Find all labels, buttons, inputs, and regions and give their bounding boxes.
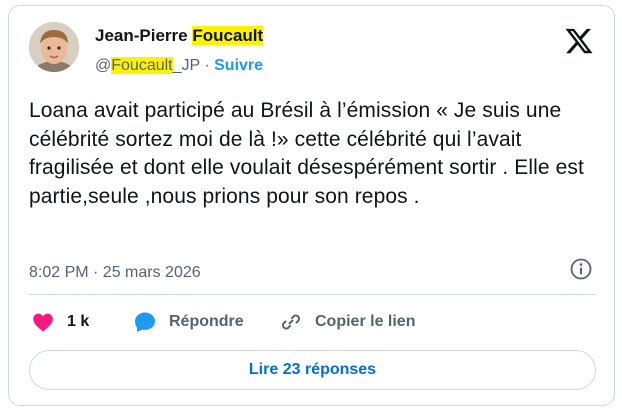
- heart-icon: [31, 310, 55, 334]
- speech-bubble-icon: [133, 310, 157, 334]
- reply-label: Répondre: [169, 313, 244, 330]
- handle-highlight: Foucault: [111, 57, 173, 74]
- avatar[interactable]: [29, 22, 79, 72]
- author-handle-line: @Foucault_JP · Suivre: [95, 57, 263, 75]
- avatar-photo: [29, 22, 79, 72]
- like-button[interactable]: 1 k: [31, 307, 89, 337]
- handle-prefix: @: [95, 57, 112, 74]
- reply-button[interactable]: Répondre: [133, 307, 244, 337]
- read-replies-button[interactable]: Lire 23 réponses: [29, 350, 596, 390]
- like-count: 1 k: [67, 313, 90, 330]
- author-name-highlight: Foucault: [192, 26, 264, 45]
- info-icon[interactable]: [569, 257, 593, 281]
- copy-link-button[interactable]: Copier le lien: [279, 307, 415, 337]
- follow-button[interactable]: Suivre: [214, 57, 263, 74]
- copy-link-label: Copier le lien: [315, 313, 416, 330]
- author-name[interactable]: Jean-Pierre Foucault: [95, 26, 264, 48]
- x-logo-icon[interactable]: [564, 26, 594, 56]
- divider: [29, 294, 596, 295]
- tweet-text: Loana avait participé au Brésil à l’émis…: [29, 99, 584, 208]
- author-name-first: Jean-Pierre: [95, 26, 193, 45]
- handle-suffix: _JP: [172, 57, 200, 74]
- link-icon: [279, 310, 303, 334]
- tweet-timestamp[interactable]: 8:02 PM · 25 mars 2026: [29, 264, 201, 282]
- separator: ·: [199, 57, 215, 74]
- tweet-card: Jean-Pierre Foucault @Foucault_JP · Suiv…: [8, 5, 615, 406]
